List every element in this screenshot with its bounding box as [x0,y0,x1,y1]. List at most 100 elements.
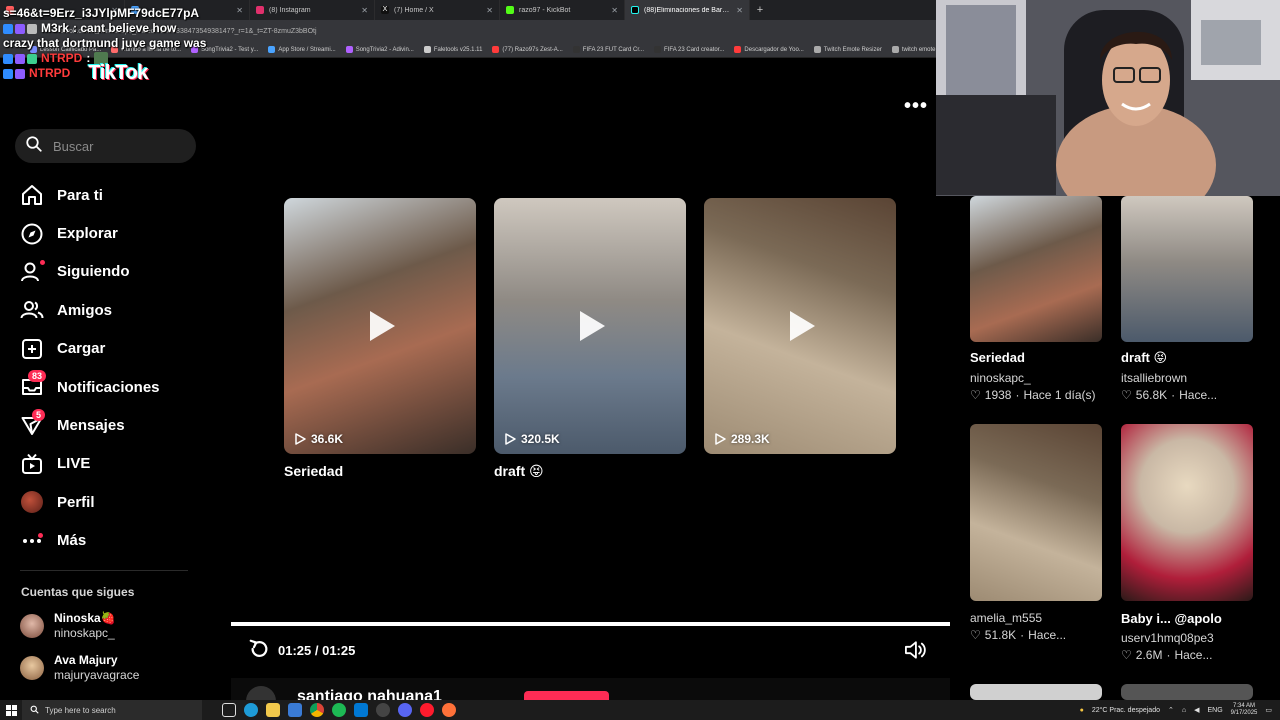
recommended-video-user[interactable]: amelia_m555 [970,611,1042,625]
sidebar-item-siguiendo[interactable]: Siguiendo [20,253,200,291]
weather-text[interactable]: 22°C Prac. despejado [1092,707,1160,714]
following-account[interactable]: Ava Majury majuryavagrace [20,653,200,683]
browser-tab[interactable]: (8) Instagram ✕ [250,0,375,20]
recommended-video-thumbnail[interactable] [1121,424,1253,601]
recommended-video-thumbnail[interactable] [1121,684,1253,700]
recommended-video-meta: ♡ 1938 · Hace 1 día(s) [970,388,1096,402]
like-count: 56.8K [1135,388,1168,402]
recommended-video-thumbnail[interactable] [970,424,1102,601]
search-input[interactable] [53,138,183,154]
search-bar[interactable] [15,129,196,163]
player-controls: 01:25 / 01:25 [248,638,355,663]
live-icon [20,452,44,476]
tray-chevron-icon[interactable]: ⌃ [1168,706,1174,714]
close-icon[interactable]: ✕ [611,6,618,15]
bookmark-item[interactable]: twitch emote resizer... [891,46,936,53]
sidebar-item-explorar[interactable]: Explorar [20,214,200,252]
bookmark-item[interactable]: Twitch Emote Resizer [813,46,882,53]
recommended-video-title[interactable]: draft 😝 [1121,350,1167,366]
chat-line: crazy that dortmund juve game was [3,36,243,51]
sidebar-item-mas[interactable]: Más [20,522,200,560]
upload-icon [20,337,44,361]
view-count-text: 289.3K [731,432,770,446]
bookmark-item[interactable]: FIFA 23 Card creator... [654,46,724,53]
bookmark-item[interactable]: App Store / Streami... [268,46,336,53]
following-account[interactable]: Ninoska🍓 ninoskapc_ [20,611,200,641]
store-icon[interactable] [288,703,302,717]
bookmark-label: (77) Razo97s Zest-A... [502,46,563,53]
friends-icon [20,298,44,322]
chat-badges [3,68,25,79]
recommended-video-user[interactable]: ninoskapc_ [970,371,1031,385]
recommended-video-title[interactable]: Seriedad [970,350,1025,365]
firefox-icon[interactable] [442,703,456,717]
weather-icon[interactable]: ● [1080,707,1084,714]
video-title[interactable]: Seriedad [284,463,343,479]
close-icon[interactable]: ✕ [486,6,493,15]
bookmark-item[interactable]: (77) Razo97s Zest-A... [492,46,563,53]
chat-username: M3rk [41,21,70,35]
bookmark-label: Twitch Emote Resizer [823,46,882,53]
chrome-icon[interactable] [310,703,324,717]
sidebar-item-amigos[interactable]: Amigos [20,291,200,329]
sidebar-item-notificaciones[interactable]: 83 Notificaciones [20,368,200,406]
more-options-button[interactable]: ••• [904,95,928,118]
recommended-video-title[interactable]: Baby i... @apolo [1121,611,1222,626]
close-icon[interactable]: ✕ [736,6,743,15]
recommended-video-thumbnail[interactable] [970,196,1102,342]
bookmark-label: Descargador de Yoo... [744,46,804,53]
video-card[interactable]: 36.6K [284,198,476,454]
volume-icon[interactable] [904,640,926,665]
x-icon: X [381,6,389,14]
edge-icon[interactable] [244,703,258,717]
sidebar-item-cargar[interactable]: Cargar [20,330,200,368]
clock[interactable]: 7:34 AM 9/17/2025 [1231,703,1258,717]
clock-date: 9/17/2025 [1230,710,1258,716]
recommended-video-user[interactable]: userv1hmq08pe3 [1121,631,1214,645]
browser-tab-active[interactable]: (88)Eliminaciones de Barc... ✕ [625,0,750,20]
bookmark-favicon-icon [492,46,500,53]
replay-icon[interactable] [248,638,270,663]
video-progress-bar[interactable] [231,622,950,626]
file-explorer-icon[interactable] [266,703,280,717]
opera-icon[interactable] [420,703,434,717]
spotify-icon[interactable] [332,703,346,717]
close-icon[interactable]: ✕ [361,6,368,15]
discord-icon[interactable] [398,703,412,717]
windows-start-icon[interactable] [0,704,22,716]
account-username: majuryavagrace [54,668,140,682]
language-indicator[interactable]: ENG [1208,707,1223,714]
bookmark-item[interactable]: Faletools v25.1.11 [423,46,482,53]
recommended-video-user[interactable]: itsalliebrown [1121,371,1187,385]
tiktok-logo[interactable]: TikTok [88,63,148,83]
bookmark-item[interactable]: Descargador de Yoo... [734,46,804,53]
bookmark-item[interactable]: SongTrivia2 - Adivin... [345,46,414,53]
new-tab-button[interactable]: + [750,4,770,16]
recommended-video-thumbnail[interactable] [970,684,1102,700]
video-card[interactable]: 289.3K [704,198,896,454]
badge-icon [3,68,13,79]
app-icon[interactable] [376,703,390,717]
notifications-icon[interactable]: ▭ [1265,706,1272,714]
bookmark-label: SongTrivia2 - Adivin... [355,46,414,53]
taskbar-search[interactable]: Type here to search [22,700,202,720]
bookmark-favicon-icon [572,46,580,53]
browser-tab[interactable]: razo97 - KickBot ✕ [500,0,625,20]
messages-icon: 5 [20,408,46,438]
volume-icon[interactable]: ◀ [1194,706,1199,714]
sidebar-item-perfil[interactable]: Perfil [20,483,200,521]
video-card[interactable]: 320.5K [494,198,686,454]
bookmark-item[interactable]: FIFA 23 FUT Card Cr... [572,46,644,53]
clock-time: 7:34 AM [1233,703,1256,709]
network-icon[interactable]: ⌂ [1182,707,1186,714]
sidebar-item-mensajes[interactable]: 5 Mensajes [20,406,200,444]
outlook-icon[interactable] [354,703,368,717]
sidebar-item-para-ti[interactable]: Para ti [20,176,200,214]
task-view-icon[interactable] [222,703,236,717]
recommended-video-thumbnail[interactable] [1121,196,1253,342]
browser-tab[interactable]: X (7) Home / X ✕ [375,0,500,20]
sidebar-item-live[interactable]: LIVE [20,445,200,483]
video-title[interactable]: draft 😝 [494,463,544,480]
bookmark-favicon-icon [268,46,276,53]
bookmark-favicon-icon [813,46,821,53]
